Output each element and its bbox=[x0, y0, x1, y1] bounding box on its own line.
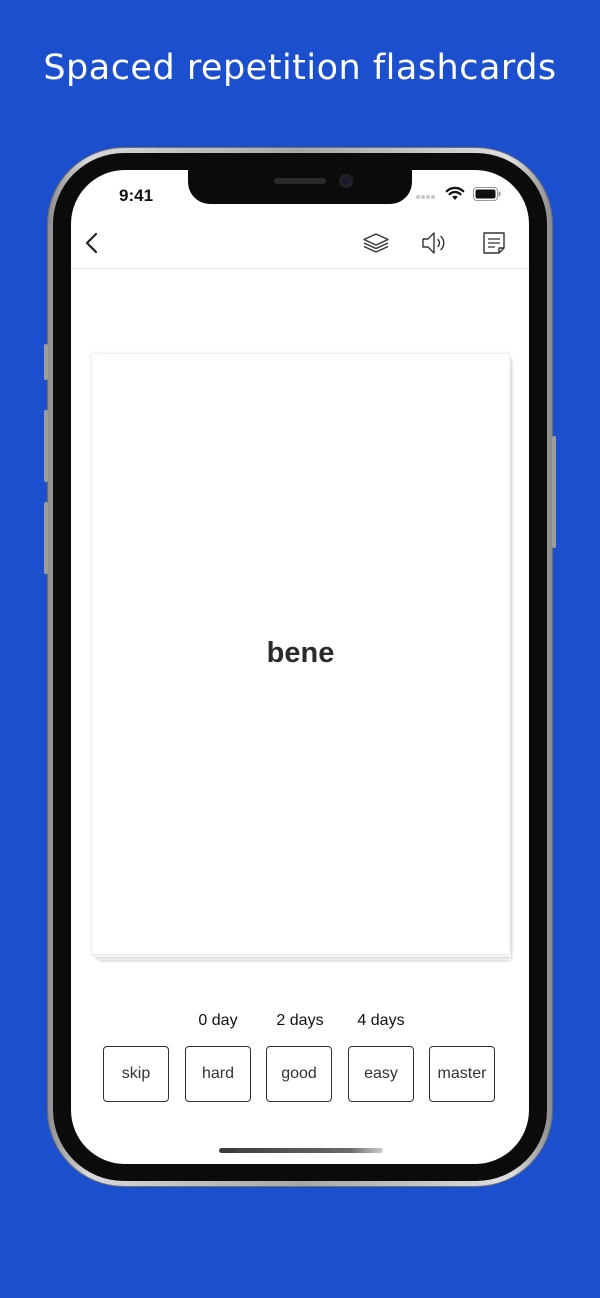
flashcard[interactable]: bene bbox=[92, 354, 509, 954]
interval-hard: 0 day bbox=[198, 1012, 238, 1029]
easy-button[interactable]: easy bbox=[348, 1046, 414, 1102]
signal-icon bbox=[415, 187, 437, 205]
wifi-icon bbox=[445, 186, 465, 206]
app-screen: 9:41 bene 0 day 2 days 4 days skip hard … bbox=[71, 170, 529, 1164]
promo-headline: Spaced repetition flashcards bbox=[43, 48, 557, 88]
earpiece-speaker bbox=[274, 178, 326, 184]
back-button[interactable] bbox=[77, 230, 107, 260]
card-front-text: bene bbox=[266, 637, 335, 669]
volume-up-button bbox=[44, 410, 48, 482]
mute-switch bbox=[44, 344, 48, 380]
battery-icon bbox=[473, 186, 501, 206]
audio-button[interactable] bbox=[419, 230, 449, 260]
front-camera bbox=[339, 174, 353, 188]
layers-icon bbox=[361, 231, 391, 260]
notes-button[interactable] bbox=[479, 230, 509, 260]
power-button bbox=[552, 436, 556, 548]
note-icon bbox=[481, 230, 507, 261]
status-icons bbox=[415, 186, 501, 206]
answer-buttons: skip hard good easy master bbox=[71, 1046, 529, 1106]
chevron-left-icon bbox=[84, 232, 100, 259]
interval-easy: 4 days bbox=[357, 1012, 405, 1029]
status-time: 9:41 bbox=[119, 186, 154, 205]
home-indicator[interactable] bbox=[219, 1148, 383, 1153]
speaker-icon bbox=[420, 230, 448, 261]
deck-button[interactable] bbox=[361, 230, 391, 260]
hard-button[interactable]: hard bbox=[185, 1046, 251, 1102]
master-button[interactable]: master bbox=[429, 1046, 495, 1102]
interval-good: 2 days bbox=[276, 1012, 324, 1029]
interval-labels: 0 day 2 days 4 days bbox=[71, 1012, 529, 1034]
skip-button[interactable]: skip bbox=[103, 1046, 169, 1102]
notch bbox=[188, 170, 412, 204]
nav-bar bbox=[71, 222, 529, 269]
volume-down-button bbox=[44, 502, 48, 574]
good-button[interactable]: good bbox=[266, 1046, 332, 1102]
